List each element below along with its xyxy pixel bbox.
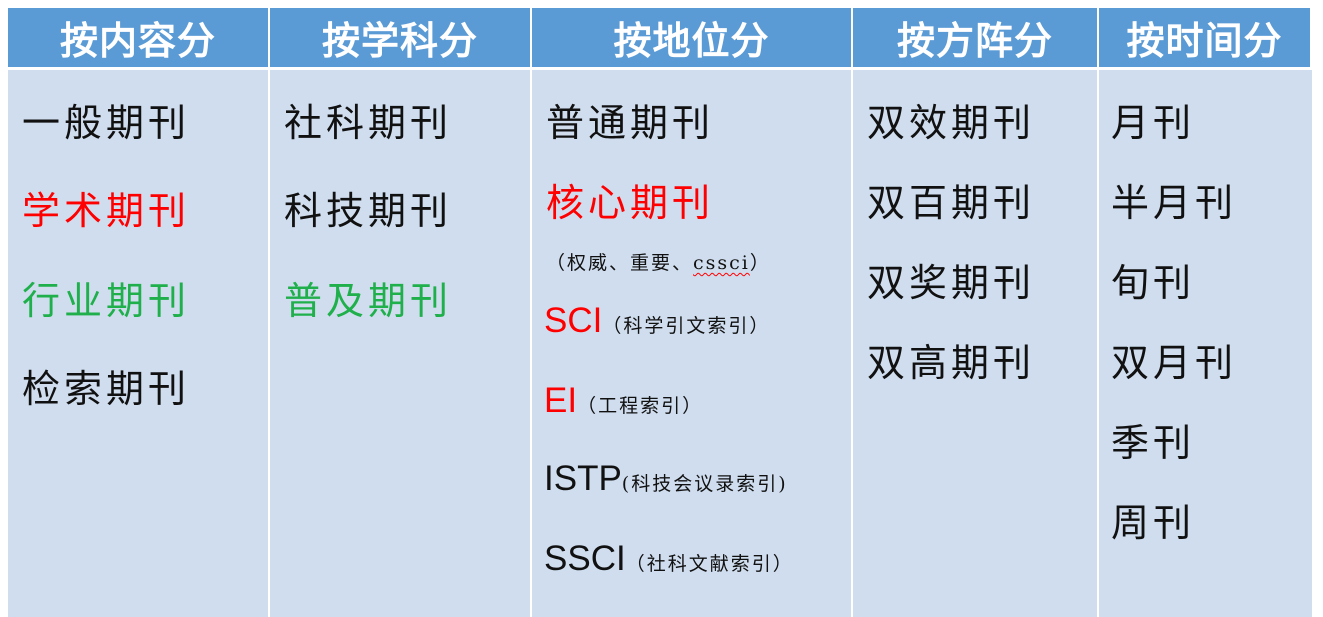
list-item-istp: ISTP(科技会议录索引) <box>544 459 788 498</box>
column-subject: 社科期刊 科技期刊 普及期刊 <box>270 70 532 617</box>
list-item: 旬刊 <box>1111 261 1196 305</box>
list-item: 双奖期刊 <box>867 261 1036 305</box>
list-item: 周刊 <box>1111 501 1196 545</box>
list-item: 双月刊 <box>1111 341 1238 385</box>
header-subject: 按学科分 <box>270 8 532 70</box>
list-item: 社科期刊 <box>284 101 453 145</box>
list-item-sci: SCI（科学引文索引） <box>544 301 771 340</box>
column-content: 一般期刊 学术期刊 行业期刊 检索期刊 <box>8 70 270 617</box>
list-item-ei: EI（工程索引） <box>544 381 704 420</box>
list-item: 双高期刊 <box>867 341 1036 385</box>
journal-classification-table: 按内容分 按学科分 按地位分 按方阵分 按时间分 一般期刊 学术期刊 行业期刊 … <box>8 8 1312 617</box>
list-item: 普及期刊 <box>284 279 453 323</box>
header-time: 按时间分 <box>1099 8 1312 70</box>
header-content: 按内容分 <box>8 8 270 70</box>
list-item: 检索期刊 <box>22 367 191 411</box>
header-status: 按地位分 <box>532 8 853 70</box>
list-item-ssci: SSCI（社科文献索引） <box>544 539 794 578</box>
list-item: 一般期刊 <box>22 101 191 145</box>
list-item: 季刊 <box>1111 421 1196 465</box>
list-item: 双效期刊 <box>867 101 1036 145</box>
list-item: 双百期刊 <box>867 181 1036 225</box>
list-item: 行业期刊 <box>22 279 191 323</box>
column-time: 月刊 半月刊 旬刊 双月刊 季刊 周刊 <box>1099 70 1312 617</box>
column-status: 普通期刊 核心期刊 （权威、重要、cssci） SCI（科学引文索引） EI（工… <box>532 70 853 617</box>
list-item: 月刊 <box>1111 101 1196 145</box>
list-item: 普通期刊 <box>546 101 715 145</box>
column-matrix: 双效期刊 双百期刊 双奖期刊 双高期刊 <box>853 70 1099 617</box>
list-item: 核心期刊 <box>546 181 715 225</box>
header-matrix: 按方阵分 <box>853 8 1099 70</box>
list-item: 科技期刊 <box>284 189 453 233</box>
list-item: 学术期刊 <box>22 189 191 233</box>
list-item: 半月刊 <box>1111 181 1238 225</box>
core-note: （权威、重要、cssci） <box>546 252 771 274</box>
